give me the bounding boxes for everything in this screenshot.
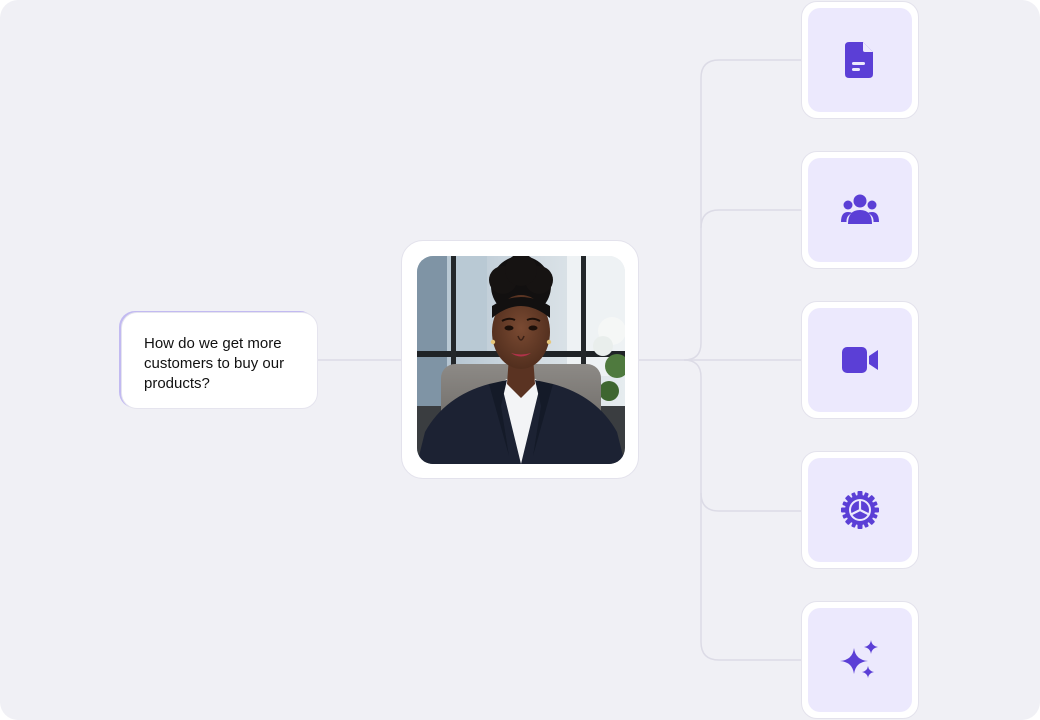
connector-branch-5 xyxy=(683,359,801,661)
output-card-team[interactable] xyxy=(801,151,919,269)
workflow-canvas: How do we get more customers to buy our … xyxy=(0,0,1040,720)
output-card-document[interactable] xyxy=(801,1,919,119)
connector-branch-2 xyxy=(700,209,801,229)
avatar-card[interactable] xyxy=(401,240,639,479)
document-icon xyxy=(845,42,873,78)
question-text: How do we get more customers to buy our … xyxy=(144,335,285,392)
output-tile xyxy=(808,308,912,412)
output-card-settings[interactable] xyxy=(801,451,919,569)
settings-gear-icon xyxy=(841,491,879,529)
sparkles-icon xyxy=(840,640,878,678)
output-tile xyxy=(808,158,912,262)
video-camera-icon xyxy=(842,347,878,373)
output-tile xyxy=(808,608,912,712)
connector-branch-4 xyxy=(700,492,801,512)
team-icon xyxy=(841,194,879,224)
question-prompt-card[interactable]: How do we get more customers to buy our … xyxy=(121,312,318,409)
presenter-avatar-photo xyxy=(417,256,625,464)
output-tile xyxy=(808,458,912,562)
output-card-video[interactable] xyxy=(801,301,919,419)
output-tile xyxy=(808,8,912,112)
output-card-sparkles[interactable] xyxy=(801,601,919,719)
